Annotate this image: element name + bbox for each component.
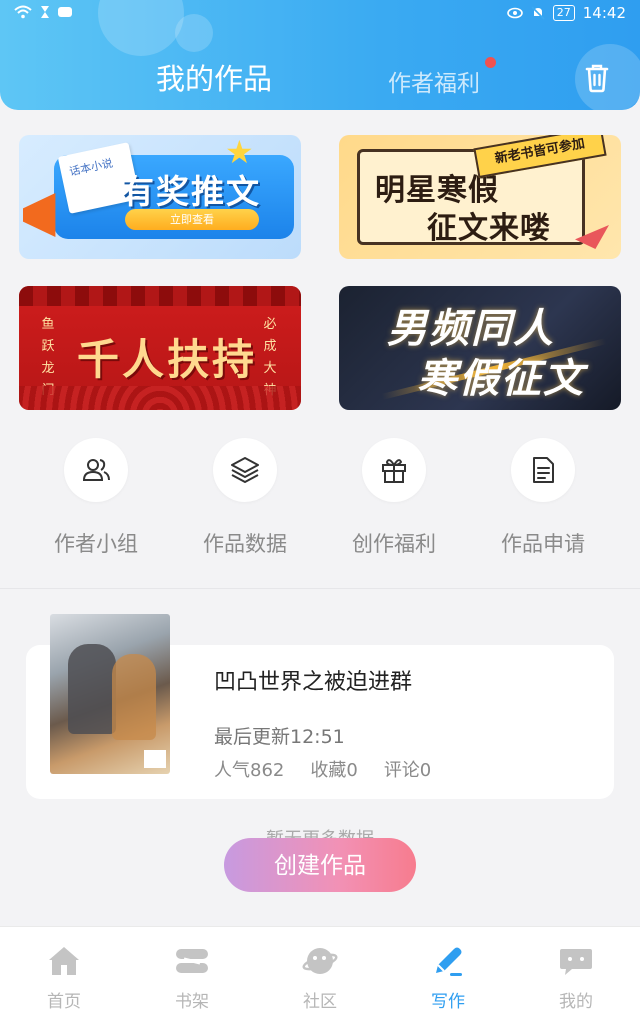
curtain-decoration	[19, 286, 301, 306]
wave-decoration	[19, 386, 301, 410]
gift-icon	[382, 459, 406, 483]
cover-tag	[144, 750, 166, 768]
favorites-count: 收藏0	[310, 760, 358, 781]
quick-label: 作品申请	[501, 532, 585, 556]
mute-bell-icon	[531, 6, 545, 20]
notification-dot	[485, 57, 496, 68]
work-last-update: 最后更新12:51	[214, 726, 345, 748]
document-icon	[533, 457, 554, 483]
wifi-icon	[14, 5, 32, 19]
nav-item-community[interactable]: 社区	[256, 927, 384, 1024]
banner-male-fanfic-contest[interactable]: 男频同人 寒假征文	[339, 286, 621, 410]
view-now-button[interactable]: 立即查看	[125, 209, 259, 230]
nav-item-home[interactable]: 首页	[0, 927, 128, 1024]
pen-icon	[436, 947, 462, 976]
app-header: 27 14:42 我的作品 作者福利	[0, 0, 640, 110]
battery-indicator: 27	[552, 5, 575, 21]
banner-title: 千人扶持	[77, 335, 258, 384]
tab-author-benefits[interactable]: 作者福利	[388, 64, 480, 98]
hourglass-icon	[41, 6, 49, 18]
nav-label: 社区	[303, 992, 337, 1012]
quick-icon-circle	[64, 438, 128, 502]
work-stats: 人气862 收藏0 评论0	[214, 756, 431, 782]
quick-label: 作品数据	[203, 532, 287, 556]
nav-item-write[interactable]: 写作	[384, 927, 512, 1024]
cloud-icon	[58, 7, 72, 17]
quick-work-data[interactable]: 作品数据	[185, 438, 305, 558]
banner-reward-recommend[interactable]: 话本小说 ★ 有奖推文 立即查看	[19, 135, 301, 259]
eye-icon	[506, 7, 523, 19]
banner-title-line2: 征文来喽	[427, 211, 551, 246]
create-work-button[interactable]: 创建作品	[224, 838, 416, 892]
banner-title: 有奖推文	[121, 172, 261, 211]
layers-icon	[231, 457, 259, 483]
quick-work-application[interactable]: 作品申请	[483, 438, 603, 558]
work-title[interactable]: 凹凸世界之被迫进群	[214, 664, 412, 696]
nav-item-bookshelf[interactable]: 书架	[128, 927, 256, 1024]
bookshelf-icon	[176, 949, 208, 973]
planet-icon	[302, 948, 338, 974]
quick-icon-circle	[511, 438, 575, 502]
book-cover[interactable]	[50, 614, 170, 774]
banner-title-line2: 寒假征文	[417, 356, 585, 402]
quick-label: 创作福利	[352, 532, 436, 556]
cover-figure	[68, 644, 116, 734]
nav-label: 写作	[431, 992, 465, 1012]
nav-label: 首页	[47, 992, 81, 1012]
home-icon	[49, 947, 79, 975]
quick-author-group[interactable]: 作者小组	[36, 438, 156, 558]
quick-icon-circle	[213, 438, 277, 502]
quick-label: 作者小组	[54, 532, 138, 556]
status-bar: 27 14:42	[0, 0, 640, 28]
nav-label: 书架	[175, 992, 209, 1012]
comments-count: 评论0	[383, 760, 432, 781]
nav-item-mine[interactable]: 我的	[512, 927, 640, 1024]
clock: 14:42	[582, 4, 626, 22]
cover-figure	[112, 654, 156, 740]
banner-thousand-support[interactable]: 鱼跃龙门 必成大神 千人扶持	[19, 286, 301, 410]
quick-icon-circle	[362, 438, 426, 502]
bottom-nav: 首页 书架 社区 写作 我的	[0, 926, 640, 1024]
nav-label: 我的	[559, 992, 593, 1012]
popularity-count: 人气862	[214, 760, 285, 781]
trash-icon[interactable]	[578, 58, 616, 96]
quick-creation-benefits[interactable]: 创作福利	[334, 438, 454, 558]
tab-my-works[interactable]: 我的作品	[156, 56, 272, 98]
section-divider	[0, 588, 640, 589]
chat-bubble-icon	[560, 949, 592, 975]
users-icon	[82, 459, 110, 481]
banner-winter-contest[interactable]: 明星寒假 征文来喽 新老书皆可参加	[339, 135, 621, 259]
